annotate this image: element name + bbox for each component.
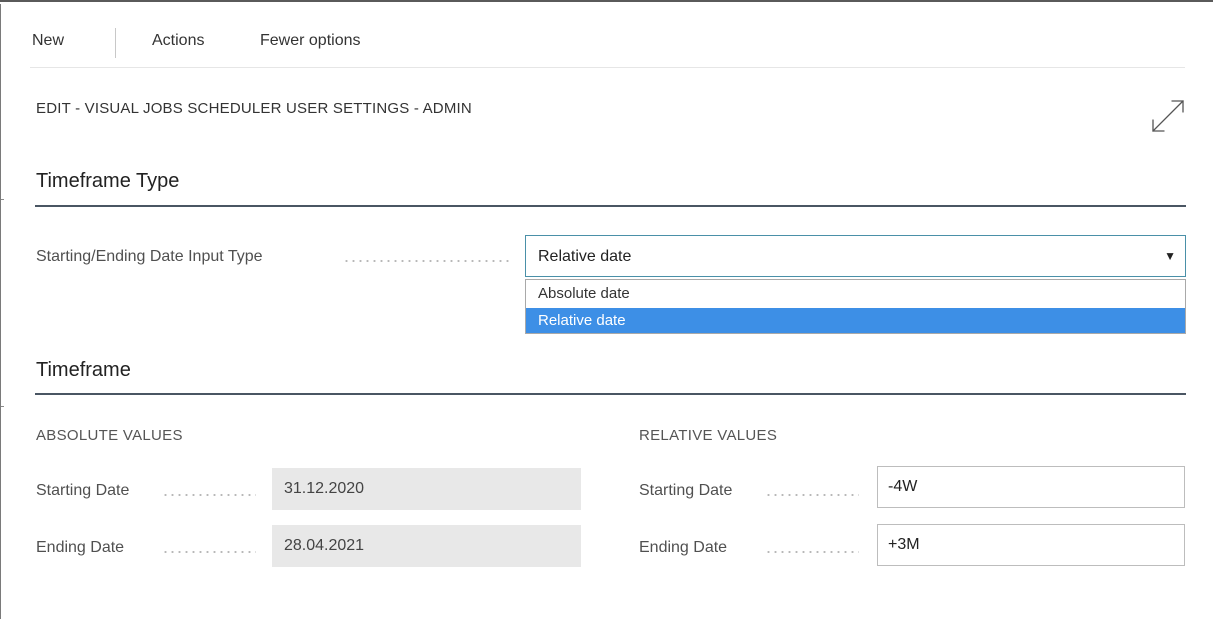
section-title-timeframe-type: Timeframe Type [36,170,180,192]
relative-starting-date-label: Starting Date [639,482,733,499]
relative-values-heading: RELATIVE VALUES [639,427,778,444]
new-button[interactable]: New [32,32,64,50]
absolute-ending-date-label: Ending Date [36,539,125,556]
dropdown-option-absolute-date[interactable]: Absolute date [526,281,1185,306]
label-leader-dots [765,551,859,553]
label-leader-dots [343,260,511,262]
page-title: EDIT - VISUAL JOBS SCHEDULER USER SETTIN… [36,100,472,117]
window-frame: New Actions Fewer options EDIT - VISUAL … [0,0,1213,619]
toolbar-divider [30,67,1185,68]
label-leader-dots [162,494,256,496]
fewer-options-button[interactable]: Fewer options [260,32,361,50]
label-leader-dots [765,494,859,496]
relative-starting-date-input[interactable]: -4W [877,466,1185,508]
dropdown-option-relative-date[interactable]: Relative date [526,308,1185,333]
toolbar-separator [115,28,116,58]
input-type-label: Starting/Ending Date Input Type [36,248,263,265]
caret-down-icon: ▼ [1164,249,1176,263]
relative-ending-date-input[interactable]: +3M [877,524,1185,566]
edge-tick [1,406,4,407]
absolute-starting-date-field: 31.12.2020 [272,468,581,510]
absolute-ending-date-field: 28.04.2021 [272,525,581,567]
edge-tick [1,199,4,200]
section-title-timeframe: Timeframe [36,359,131,381]
relative-ending-date-label: Ending Date [639,539,728,556]
left-edge [0,4,7,619]
label-leader-dots [162,551,256,553]
select-current-value: Relative date [538,248,632,265]
input-type-select[interactable]: Relative date ▼ [525,235,1186,277]
actions-button[interactable]: Actions [152,32,204,50]
section-divider [35,393,1186,395]
section-divider [35,205,1186,207]
action-bar: New Actions Fewer options [30,20,1185,66]
input-type-dropdown: Absolute date Relative date [525,279,1186,334]
absolute-values-heading: ABSOLUTE VALUES [36,427,183,444]
expand-icon[interactable] [1150,98,1186,134]
absolute-starting-date-label: Starting Date [36,482,130,499]
